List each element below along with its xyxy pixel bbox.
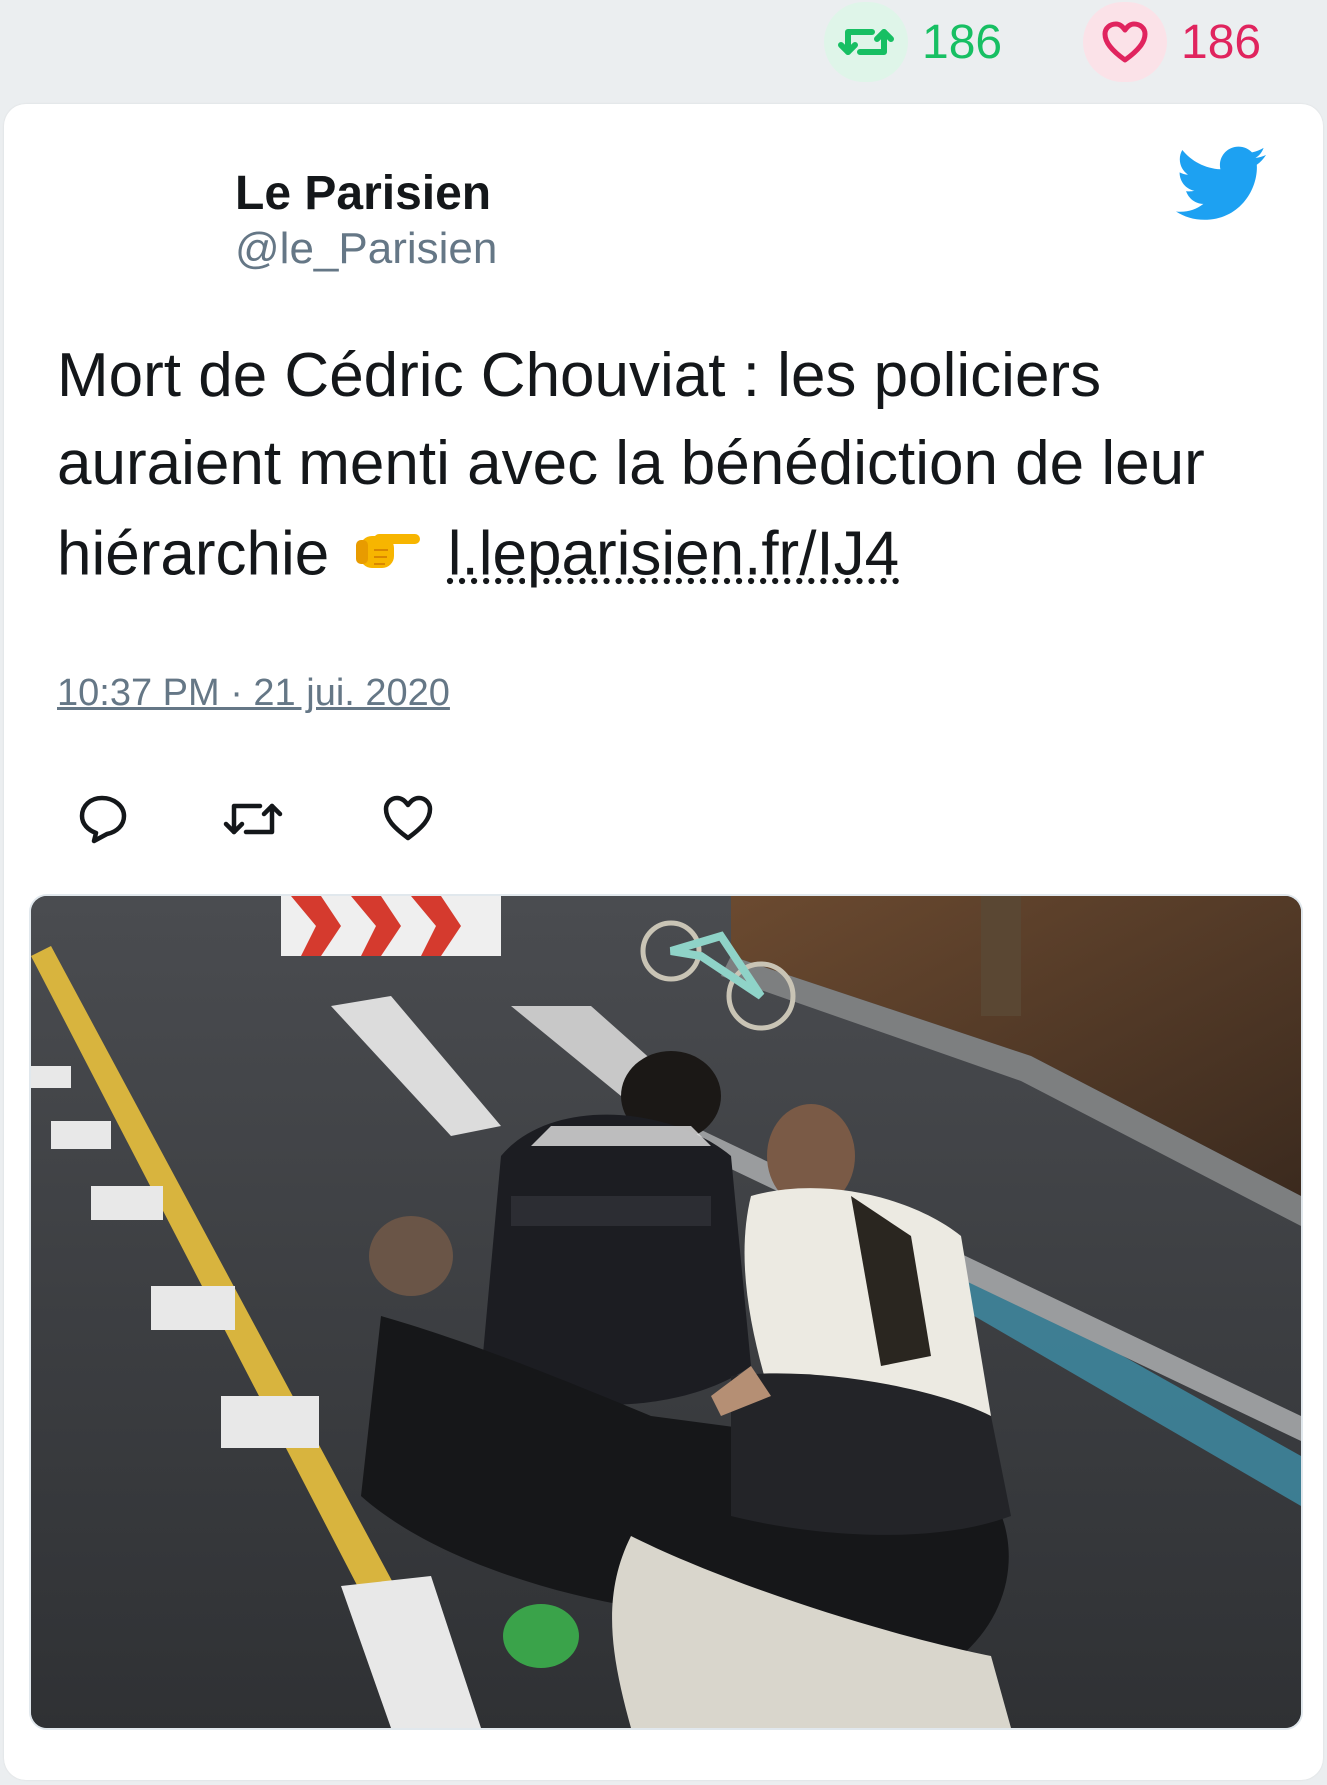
tweet-text: Mort de Cédric Chouviat : les policiers … bbox=[57, 332, 1277, 608]
like-stat[interactable]: 186 bbox=[1083, 2, 1261, 82]
heart-icon[interactable] bbox=[1083, 2, 1167, 82]
retweet-action-icon[interactable] bbox=[222, 794, 284, 849]
tweet-card: Le Parisien @le_Parisien Mort de Cédric … bbox=[4, 104, 1323, 1780]
pointing-right-emoji bbox=[354, 508, 422, 596]
author-name[interactable]: Le Parisien bbox=[235, 166, 491, 221]
retweet-icon[interactable] bbox=[824, 2, 908, 82]
retweet-stat[interactable]: 186 bbox=[824, 2, 1002, 82]
tweet-photo[interactable] bbox=[29, 894, 1303, 1730]
reply-icon[interactable] bbox=[78, 794, 130, 849]
author-handle[interactable]: @le_Parisien bbox=[235, 224, 497, 274]
heart-action-icon[interactable] bbox=[382, 794, 434, 847]
tweet-actions bbox=[74, 794, 474, 854]
twitter-bird-icon[interactable] bbox=[1174, 146, 1268, 227]
tweet-link[interactable]: l.leparisien.fr/IJ4 bbox=[448, 519, 899, 588]
stats-bar: 186 186 bbox=[0, 0, 1327, 100]
tweet-timestamp[interactable]: 10:37 PM · 21 jui. 2020 bbox=[57, 672, 450, 715]
retweet-count: 186 bbox=[922, 15, 1003, 69]
like-count: 186 bbox=[1181, 15, 1262, 69]
